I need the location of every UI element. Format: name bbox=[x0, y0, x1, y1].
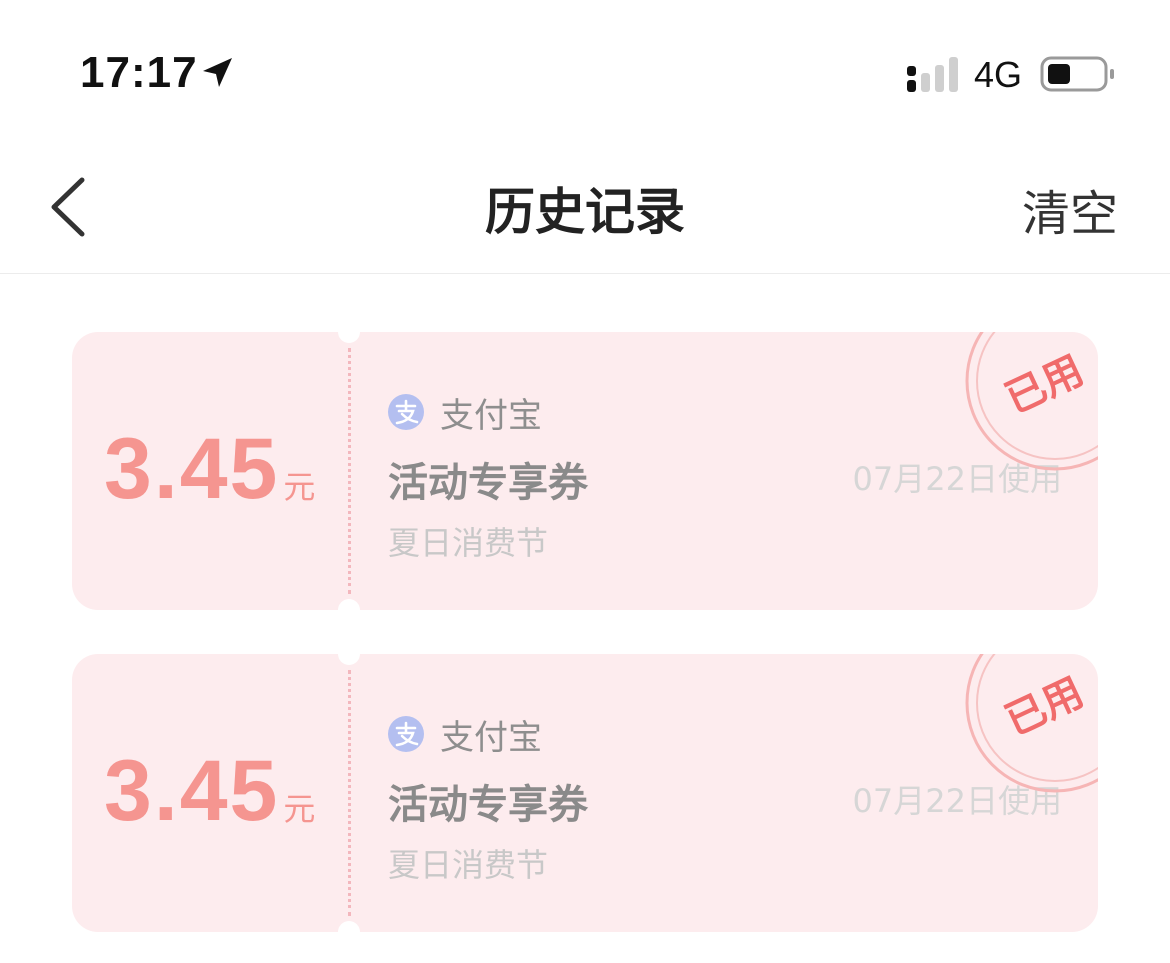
used-stamp: 已用 bbox=[965, 332, 1098, 471]
amount-unit: 元 bbox=[283, 790, 316, 828]
stamp-text: 已用 bbox=[999, 347, 1091, 422]
brand-label: 支付宝 bbox=[440, 717, 542, 758]
coupon-card[interactable]: 3.45 元 支付宝 活动专享券 夏日消费节 07月22日使用 已用 bbox=[72, 654, 1098, 932]
coupon-title: 活动专享券 bbox=[388, 782, 588, 828]
coupon-notch bbox=[338, 921, 360, 932]
coupon-subtitle: 夏日消费节 bbox=[388, 524, 549, 562]
status-bar: 17:17 4G bbox=[0, 0, 1170, 130]
coupon-notch bbox=[338, 332, 360, 343]
coupon-notch bbox=[338, 599, 360, 610]
nav-bar: 历史记录 清空 bbox=[0, 130, 1170, 274]
brand-row: 支付宝 bbox=[388, 392, 542, 436]
battery-icon bbox=[1040, 56, 1114, 92]
signal-icon bbox=[907, 57, 958, 92]
amount-value: 3.45 bbox=[104, 421, 280, 517]
page-title: 历史记录 bbox=[485, 183, 685, 241]
coupon-amount: 3.45 元 bbox=[104, 420, 344, 519]
brand-label: 支付宝 bbox=[440, 395, 542, 436]
brand-row: 支付宝 bbox=[388, 714, 542, 758]
used-stamp: 已用 bbox=[965, 654, 1098, 793]
status-time: 17:17 bbox=[80, 48, 198, 97]
stamp-text: 已用 bbox=[999, 669, 1091, 744]
location-arrow-icon bbox=[203, 58, 232, 87]
amount-value: 3.45 bbox=[104, 743, 280, 839]
coupon-divider bbox=[348, 348, 351, 594]
coupon-title: 活动专享券 bbox=[388, 460, 588, 506]
coupon-card[interactable]: 3.45 元 支付宝 活动专享券 夏日消费节 07月22日使用 已用 bbox=[72, 332, 1098, 610]
coupon-notch bbox=[338, 654, 360, 665]
coupon-amount: 3.45 元 bbox=[104, 742, 344, 841]
coupon-divider bbox=[348, 670, 351, 916]
network-type: 4G bbox=[974, 54, 1023, 95]
alipay-icon bbox=[388, 716, 424, 752]
amount-unit: 元 bbox=[283, 468, 316, 506]
clear-button[interactable]: 清空 bbox=[1022, 174, 1118, 244]
alipay-icon bbox=[388, 394, 424, 430]
coupon-subtitle: 夏日消费节 bbox=[388, 846, 549, 884]
